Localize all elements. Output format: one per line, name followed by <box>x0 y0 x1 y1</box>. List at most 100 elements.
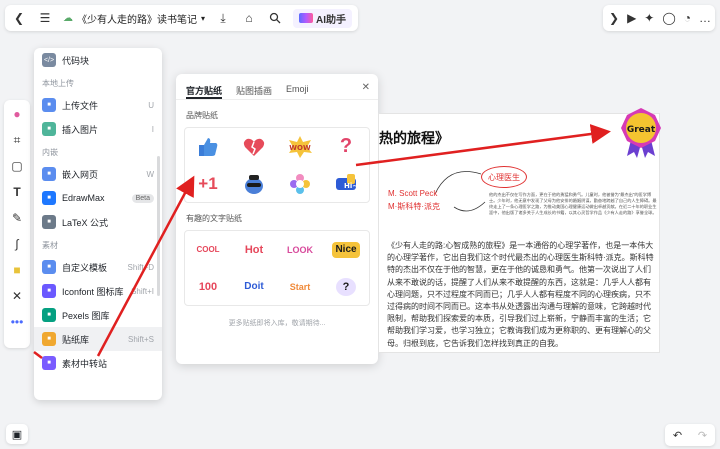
transfer-icon: ■ <box>42 356 56 370</box>
connector-icon[interactable]: ∫ <box>9 236 25 252</box>
celebrate-icon[interactable]: ✦ <box>644 10 654 26</box>
text-sticker-grid: COOL Hot LOOK Nice 100 Doit Start ? <box>184 230 370 306</box>
ai-assistant-label: AI助手 <box>316 14 347 26</box>
menu-item-upload-file[interactable]: ■ 上传文件 U <box>34 93 162 117</box>
chat-icon[interactable]: ◔ <box>684 10 691 26</box>
top-toolbar: ❮ ☰ ☁ 《少有人走的路》读书笔记 ▾ ⤓ ⌂ AI助手 <box>5 5 359 31</box>
great-sticker[interactable]: Great <box>617 106 665 158</box>
mindmap-icon[interactable]: ✕ <box>9 288 25 304</box>
more-tools-icon[interactable]: ••• <box>9 314 25 330</box>
menu-item-pexels[interactable]: ■ Pexels 图库 <box>34 303 162 327</box>
nice-text-sticker[interactable]: Nice <box>332 241 360 258</box>
menu-scrollbar[interactable] <box>157 156 160 296</box>
menu-item-image[interactable]: ■ 插入图片 I <box>34 117 162 141</box>
question-mark-sticker-icon[interactable]: ? <box>333 134 359 160</box>
search-icon[interactable] <box>267 10 283 26</box>
menu-item-web-embed[interactable]: ■ 嵌入网页 W <box>34 162 162 186</box>
tab-official-stickers[interactable]: 官方贴纸 <box>186 84 223 99</box>
text-stickers-title: 有趣的文字贴纸 <box>186 214 242 223</box>
tag-icon[interactable]: ⌂ <box>241 10 257 26</box>
ai-assistant-button[interactable]: AI助手 <box>293 8 353 28</box>
pen-icon[interactable]: ✎ <box>9 210 25 226</box>
menu-item-shortcut: W <box>146 169 154 179</box>
comment-icon[interactable]: ◯ <box>662 10 675 26</box>
insert-menu: </> 代码块 本地上传 ■ 上传文件 U ■ 插入图片 I 内嵌 ■ 嵌入网页 W ■ EdrawMa… <box>34 48 162 400</box>
cloud-icon: ☁ <box>63 12 73 24</box>
flower-sticker-icon[interactable] <box>287 171 313 197</box>
left-toolbar: ● ⌗ ▢ T ✎ ∫ ■ ✕ ••• <box>4 100 30 348</box>
pexels-icon: ■ <box>42 308 56 322</box>
redo-icon[interactable]: ↷ <box>698 429 707 442</box>
wow-sticker-icon[interactable]: WOW <box>287 134 313 160</box>
latex-icon: ■ <box>42 215 56 229</box>
code-block-icon: </> <box>42 53 56 67</box>
minimap-button[interactable]: ▣ <box>6 424 28 444</box>
menu-item-edrawmax[interactable]: ■ EdrawMax Beta <box>34 186 162 210</box>
menu-item-shortcut: Shift+S <box>127 334 154 344</box>
sticker-tabs: 官方贴纸 贴图插画 Emoji ✕ <box>176 74 378 100</box>
chevron-down-icon: ▾ <box>201 13 206 23</box>
menu-item-sticker[interactable]: ■ 贴纸库 Shift+S <box>34 327 162 351</box>
undo-icon[interactable]: ↶ <box>673 429 682 442</box>
web-embed-icon: ■ <box>42 167 56 181</box>
broken-heart-sticker-icon[interactable] <box>241 134 267 160</box>
shape-icon[interactable]: ▢ <box>9 158 25 174</box>
great-badge-text: Great <box>627 125 656 135</box>
question-text-sticker[interactable]: ? <box>336 277 356 296</box>
menu-item-label: LaTeX 公式 <box>62 217 109 228</box>
tab-illustrations[interactable]: 贴图插画 <box>236 84 272 99</box>
menu-item-code-block[interactable]: </> 代码块 <box>34 48 162 72</box>
cool-face-sticker-icon[interactable] <box>241 171 267 197</box>
text-icon[interactable]: T <box>9 184 25 200</box>
sticky-note-icon[interactable]: ■ <box>9 262 25 278</box>
sticker-icon: ■ <box>42 332 56 346</box>
download-icon[interactable]: ⤓ <box>215 10 231 26</box>
look-text-sticker[interactable]: LOOK <box>287 237 313 263</box>
menu-section-title: 内嵌 <box>42 148 58 157</box>
menu-item-label: 代码块 <box>62 55 90 66</box>
thumbs-up-sticker-icon[interactable] <box>195 134 221 160</box>
edrawmax-icon: ■ <box>42 191 56 205</box>
frame-icon[interactable]: ⌗ <box>9 132 25 148</box>
menu-item-label: Pexels 图库 <box>62 310 110 321</box>
iconfont-icon: ■ <box>42 284 56 298</box>
image-icon: ■ <box>42 122 56 136</box>
svg-text:Hi~: Hi~ <box>344 182 358 190</box>
menu-icon[interactable]: ☰ <box>37 10 53 26</box>
start-text-sticker[interactable]: Start <box>287 274 313 300</box>
great-badge-icon: Great <box>621 108 661 158</box>
close-icon[interactable]: ✕ <box>362 82 370 93</box>
menu-item-transfer[interactable]: ■ 素材中转站 <box>34 351 162 375</box>
play-icon[interactable]: ▶ <box>627 10 636 26</box>
doit-text-sticker[interactable]: Doit <box>241 274 267 300</box>
plus-one-sticker-icon[interactable]: +1 <box>195 171 221 197</box>
hi-sticker-icon[interactable]: Hi~ <box>333 171 359 197</box>
book-summary: 《少有人走的路:心智成熟的旅程》是一本通俗的心理学著作，也是一本伟大的心理学著作… <box>387 241 654 348</box>
menu-item-label: 嵌入网页 <box>62 169 99 180</box>
menu-item-label: 素材中转站 <box>62 358 108 369</box>
hot-text-sticker[interactable]: Hot <box>241 237 267 263</box>
brand-stickers-title: 品牌贴纸 <box>186 111 218 120</box>
tab-emoji[interactable]: Emoji <box>286 84 309 99</box>
cool-text-sticker[interactable]: COOL <box>195 237 221 263</box>
document-title-text: 《少有人走的路》读书笔记 <box>77 14 197 26</box>
beta-badge: Beta <box>131 193 154 203</box>
menu-item-label: 上传文件 <box>62 100 99 111</box>
author-bio: 他的杰出不仅在写作方面，更在于他的勇猛和勇气。儿童时，他被誉为"最杰出"的医学博… <box>489 192 657 215</box>
menu-item-template[interactable]: ■ 自定义模板 Shift+D <box>34 255 162 279</box>
document-title[interactable]: ☁ 《少有人走的路》读书笔记 ▾ <box>63 11 205 26</box>
collapse-icon[interactable]: ❯ <box>609 10 619 26</box>
menu-item-iconfont[interactable]: ■ Iconfont 图标库 Shift+I <box>34 279 162 303</box>
back-icon[interactable]: ❮ <box>11 10 27 26</box>
author-chinese-name: M·斯科特·派克 <box>388 202 440 211</box>
minimap-icon: ▣ <box>11 428 23 441</box>
template-icon: ■ <box>42 260 56 274</box>
menu-item-latex[interactable]: ■ LaTeX 公式 <box>34 210 162 234</box>
menu-item-label: 自定义模板 <box>62 262 108 273</box>
theme-icon[interactable]: ● <box>9 106 25 122</box>
ai-logo-icon <box>299 13 314 23</box>
more-icon[interactable]: … <box>699 10 711 26</box>
more-stickers-note: 更多贴纸即将入库，敬请期待... <box>228 320 326 327</box>
hundred-text-sticker[interactable]: 100 <box>195 274 221 300</box>
sticker-panel: 官方贴纸 贴图插画 Emoji ✕ 品牌贴纸 WOW ? +1 Hi~ 有趣的文… <box>176 74 378 364</box>
